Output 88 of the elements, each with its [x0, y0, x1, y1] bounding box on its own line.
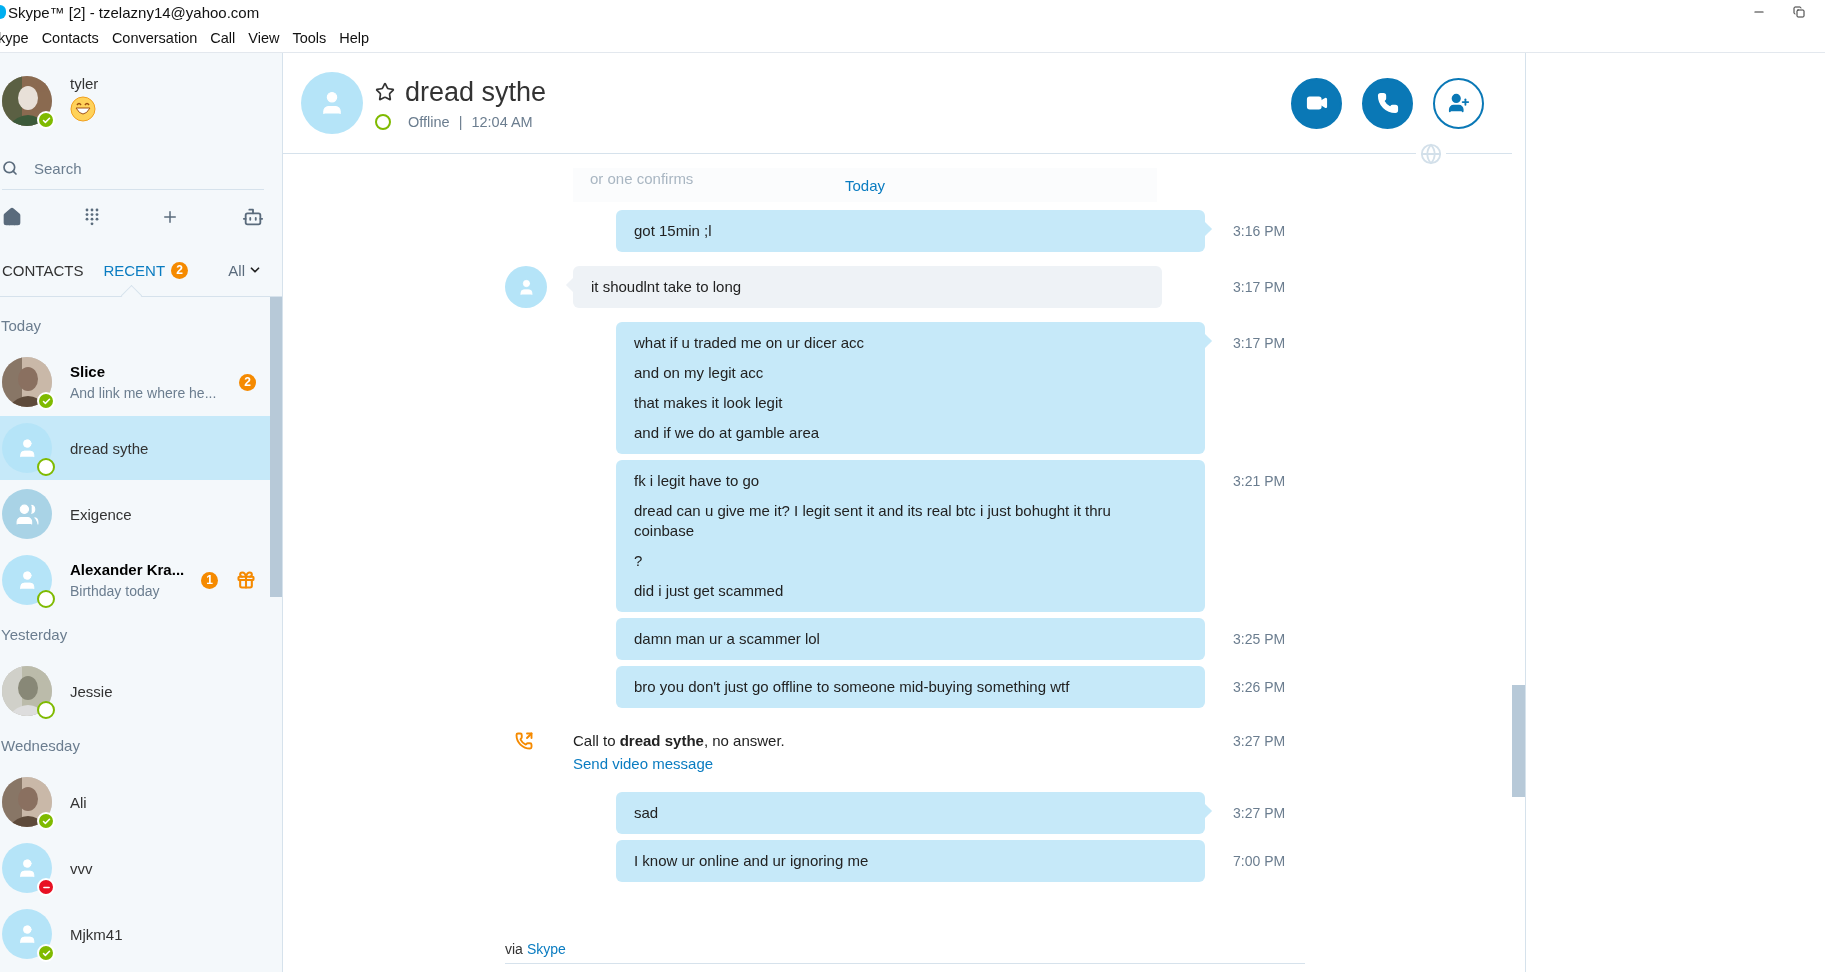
menu-item[interactable]: Tools: [292, 30, 327, 46]
unread-count: 2: [171, 261, 189, 279]
restore-icon[interactable]: [1793, 6, 1805, 18]
separator: |: [458, 113, 463, 130]
conversation-name: dread sythe: [405, 76, 547, 108]
send-video-message-link[interactable]: Send video message: [573, 755, 1205, 772]
message-text: dread can u give me it? I legit sent it and its real btc i just bohught it thru coinbase: [634, 501, 1112, 541]
contact-item[interactable]: vvv: [0, 836, 270, 900]
grin-emoticon-icon: [70, 95, 96, 122]
app-icon: [0, 5, 6, 19]
contact-item[interactable]: Mjkm41: [0, 902, 270, 966]
message-time: 3:26 PM: [1232, 678, 1287, 695]
search-icon: [2, 160, 18, 176]
add-contact-button[interactable]: [1433, 77, 1484, 129]
faded-message-text: or one confirms: [590, 170, 694, 187]
contact-item[interactable]: dread sythe: [0, 416, 270, 480]
phone-icon: [1376, 92, 1399, 114]
message-time: 3:21 PM: [1232, 472, 1287, 489]
menu-item[interactable]: View: [248, 30, 280, 46]
unread-count: 1: [201, 571, 218, 589]
message-text: that makes it look legit: [634, 393, 784, 413]
message-text: did i just get scammed: [634, 581, 785, 601]
message-time: 7:00 PM: [1232, 852, 1287, 869]
sidebar-tab[interactable]: CONTACTS: [2, 261, 84, 279]
contact-name: dread sythe: [70, 439, 150, 457]
message-text: and if we do at gamble area: [634, 423, 821, 443]
contact-item[interactable]: Alexander Kra... Birthday today 1: [0, 548, 270, 612]
skype-link[interactable]: Skype: [526, 941, 566, 957]
message-text: got 15min ;l: [634, 221, 713, 241]
contact-name: Exigence: [70, 505, 133, 523]
star-icon[interactable]: [375, 82, 395, 102]
message-text: what if u traded me on ur dicer acc: [634, 333, 866, 353]
message-text: and on my legit acc: [634, 363, 765, 383]
sidebar-tab[interactable]: RECENT 2: [103, 261, 189, 279]
search-field[interactable]: Search: [32, 158, 236, 178]
local-time: 12:04 AM: [471, 113, 533, 130]
person-avatar: [505, 266, 547, 308]
message-time: 3:25 PM: [1232, 630, 1287, 647]
section-label: Yesterday: [0, 625, 69, 645]
message-text: fk i legit have to go: [634, 471, 761, 491]
menu-item[interactable]: Conversation: [111, 30, 198, 46]
contact-item[interactable]: Ali: [0, 770, 270, 834]
call-notice: Call to dread sythe, no answer.: [573, 732, 786, 749]
contact-name: Ali: [70, 793, 88, 811]
globe-icon: [1420, 143, 1442, 165]
outgoing-call-icon: [515, 732, 533, 750]
message-text: it shoudlnt take to long: [591, 277, 743, 297]
message-text: sad: [634, 803, 660, 823]
window-title: Skype™ [2] - tzelazny14@yahoo.com: [8, 3, 260, 21]
section-label: Wednesday: [0, 736, 81, 756]
video-call-button[interactable]: [1291, 77, 1342, 129]
section-label: Today: [0, 316, 43, 336]
message-text: I know ur online and ur ignoring me: [634, 851, 870, 871]
profile-name: tyler: [70, 74, 99, 92]
contact-item[interactable]: Exigence: [0, 482, 270, 546]
contact-item[interactable]: Slice And link me where he... 2: [0, 350, 270, 414]
message-time: 3:27 PM: [1232, 804, 1287, 821]
status-text: Offline: [408, 113, 450, 130]
home-icon[interactable]: [2, 207, 22, 227]
contact-name: Alexander Kra...: [70, 561, 183, 578]
dialpad-icon[interactable]: [84, 208, 99, 226]
contact-name: Slice: [70, 363, 107, 380]
contact-item[interactable]: Jessie: [0, 659, 270, 723]
contact-name: vvv: [70, 859, 94, 877]
contact-name: Jessie: [70, 682, 114, 700]
message-time: 3:27 PM: [1232, 732, 1287, 749]
message-time: 3:16 PM: [1232, 222, 1287, 239]
message-text: damn man ur a scammer lol: [634, 629, 821, 649]
contact-name: Mjkm41: [70, 925, 124, 943]
person-avatar: [2, 423, 52, 473]
message-text: ?: [634, 551, 644, 571]
menu-item[interactable]: Call: [210, 30, 236, 46]
call-button[interactable]: [1362, 77, 1413, 129]
scrollbar-thumb[interactable]: [1512, 685, 1525, 797]
message-time: 3:17 PM: [1232, 278, 1287, 295]
scrollbar-thumb[interactable]: [270, 297, 282, 597]
contact-subtitle: Birthday today: [70, 583, 161, 599]
add-person-icon: [1447, 92, 1470, 114]
via-label: via: [505, 941, 523, 957]
menu-item[interactable]: Help: [339, 30, 370, 46]
menu-item[interactable]: Contacts: [41, 30, 99, 46]
date-label: Today: [845, 176, 885, 194]
contact-subtitle: And link me where he...: [70, 385, 218, 401]
unread-count: 2: [239, 373, 256, 391]
message-time: 3:17 PM: [1232, 334, 1287, 351]
message-text: bro you don't just go offline to someone mid-buying something wtf: [634, 677, 1071, 697]
bot-icon[interactable]: [241, 206, 264, 228]
filter-dropdown[interactable]: All: [228, 261, 262, 279]
